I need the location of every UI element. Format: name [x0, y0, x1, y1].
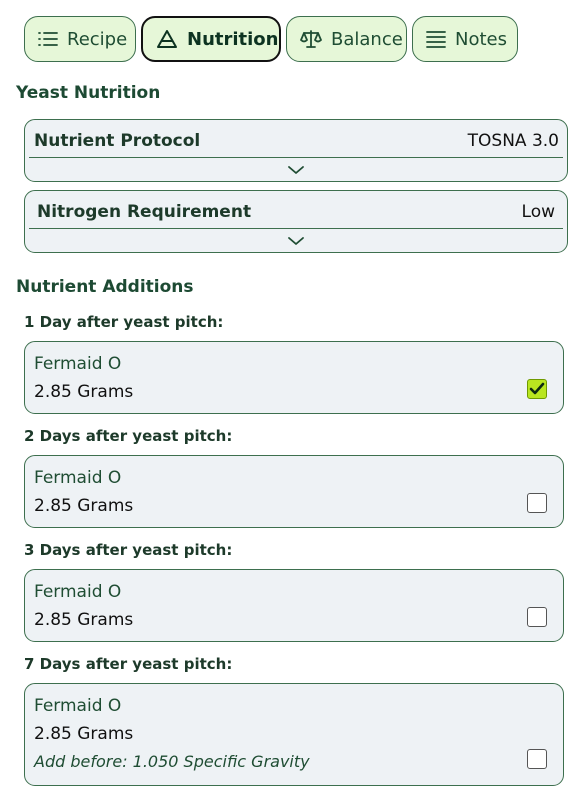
triangle-icon: [156, 28, 178, 50]
yeast-nutrition-heading: Yeast Nutrition: [16, 83, 161, 103]
tab-recipe[interactable]: Recipe: [24, 16, 136, 62]
addition-amount: 2.85 Grams: [34, 496, 134, 516]
addition-name: Fermaid O: [34, 582, 122, 602]
scale-icon: [300, 28, 322, 50]
chevron-down-icon[interactable]: [287, 161, 305, 180]
tab-bar: Recipe Nutrition Balance Notes: [24, 16, 518, 62]
addition-checkbox[interactable]: [527, 493, 547, 513]
addition-checkbox[interactable]: [527, 749, 547, 769]
nutrient-protocol-select[interactable]: Nutrient Protocol TOSNA 3.0: [24, 119, 568, 182]
addition-amount: 2.85 Grams: [34, 382, 134, 402]
nitrogen-requirement-select[interactable]: Nitrogen Requirement Low: [24, 190, 568, 253]
chevron-down-icon[interactable]: [287, 232, 305, 251]
nitrogen-requirement-value: Low: [521, 202, 555, 222]
addition-card: Fermaid O 2.85 Grams: [24, 341, 564, 414]
tab-balance[interactable]: Balance: [286, 16, 407, 62]
tab-notes[interactable]: Notes: [412, 16, 518, 62]
addition-day-label: 7 Days after yeast pitch:: [24, 655, 233, 673]
addition-amount: 2.85 Grams: [34, 724, 134, 744]
addition-day-label: 2 Days after yeast pitch:: [24, 427, 233, 445]
addition-gravity-note: Add before: 1.050 Specific Gravity: [34, 752, 310, 771]
addition-day-label: 3 Days after yeast pitch:: [24, 541, 233, 559]
addition-card: Fermaid O 2.85 Grams: [24, 569, 564, 642]
addition-checkbox[interactable]: [527, 379, 547, 399]
notes-icon: [426, 28, 446, 50]
addition-name: Fermaid O: [34, 354, 122, 374]
tab-nutrition-label: Nutrition: [187, 28, 279, 50]
divider: [29, 157, 563, 158]
tab-nutrition[interactable]: Nutrition: [141, 16, 281, 62]
addition-name: Fermaid O: [34, 696, 122, 716]
addition-card: Fermaid O 2.85 Grams Add before: 1.050 S…: [24, 683, 564, 786]
tab-notes-label: Notes: [455, 28, 507, 50]
nutrient-protocol-value: TOSNA 3.0: [467, 131, 559, 151]
addition-checkbox[interactable]: [527, 607, 547, 627]
list-icon: [38, 28, 58, 50]
nitrogen-requirement-label: Nitrogen Requirement: [37, 202, 252, 222]
tab-balance-label: Balance: [331, 28, 403, 50]
addition-name: Fermaid O: [34, 468, 122, 488]
nutrient-protocol-label: Nutrient Protocol: [34, 131, 201, 151]
tab-recipe-label: Recipe: [67, 28, 128, 50]
addition-day-label: 1 Day after yeast pitch:: [24, 313, 224, 331]
checkmark-icon: [529, 382, 545, 395]
divider: [29, 228, 563, 229]
addition-card: Fermaid O 2.85 Grams: [24, 455, 564, 528]
addition-amount: 2.85 Grams: [34, 610, 134, 630]
nutrient-additions-heading: Nutrient Additions: [16, 277, 194, 297]
